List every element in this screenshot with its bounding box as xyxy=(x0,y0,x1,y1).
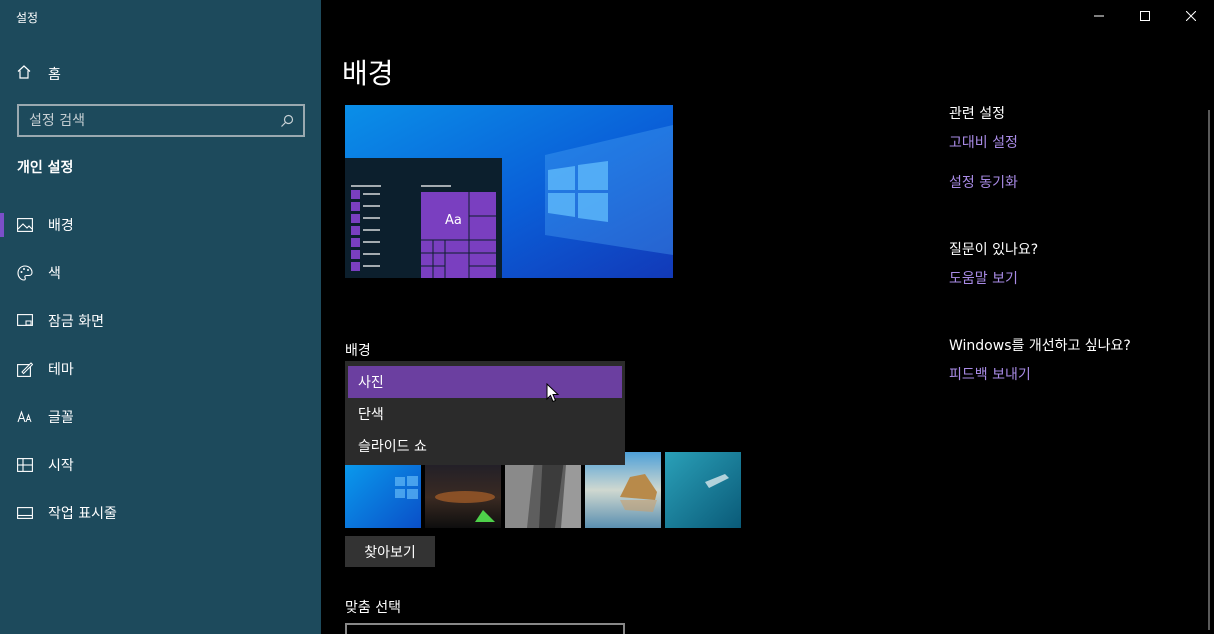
close-icon xyxy=(1186,11,1196,21)
taskbar-icon xyxy=(17,505,33,521)
start-icon xyxy=(17,457,33,473)
dropdown-list: 사진 단색 슬라이드 쇼 xyxy=(346,362,624,462)
sidebar-item-label: 시작 xyxy=(48,458,74,474)
dropdown-option-picture[interactable]: 사진 xyxy=(348,366,622,398)
nav-list: 배경 색 잠금 화면 테마 글꼴 시작 작업 표시줄 xyxy=(0,201,321,537)
recent-image-thumb[interactable] xyxy=(665,452,741,528)
theme-icon xyxy=(17,361,33,377)
search-box[interactable] xyxy=(17,104,305,137)
maximize-button[interactable] xyxy=(1122,0,1168,32)
sidebar-item-label: 잠금 화면 xyxy=(48,314,104,330)
feedback-link[interactable]: 피드백 보내기 xyxy=(949,364,1131,384)
fit-label: 맞춤 선택 xyxy=(345,600,401,616)
feedback-heading: Windows를 개선하고 싶나요? xyxy=(949,338,1131,354)
minimize-button[interactable] xyxy=(1076,0,1122,32)
sidebar: 설정 홈 개인 설정 배경 색 잠금 화면 xyxy=(0,0,321,634)
sidebar-item-taskbar[interactable]: 작업 표시줄 xyxy=(0,489,321,537)
section-title: 개인 설정 xyxy=(17,160,74,176)
dropdown-option-solid-color[interactable]: 단색 xyxy=(346,398,624,430)
desktop-preview: Aa xyxy=(345,105,673,289)
help-heading: 질문이 있나요? xyxy=(949,242,1039,258)
dropdown-option-slideshow[interactable]: 슬라이드 쇼 xyxy=(346,430,624,462)
close-button[interactable] xyxy=(1168,0,1214,32)
browse-button[interactable]: 찾아보기 xyxy=(345,536,435,567)
home-icon xyxy=(16,64,32,84)
page-title: 배경 xyxy=(342,57,394,90)
maximize-icon xyxy=(1140,11,1150,21)
background-type-dropdown[interactable]: 사진 단색 슬라이드 쇼 xyxy=(345,361,625,465)
search-input[interactable] xyxy=(19,112,275,129)
nav-home[interactable]: 홈 xyxy=(16,62,61,86)
window-controls xyxy=(1076,0,1214,32)
sidebar-item-label: 글꼴 xyxy=(48,410,74,426)
fit-select[interactable] xyxy=(345,623,625,634)
sidebar-item-theme[interactable]: 테마 xyxy=(0,345,321,393)
scrollbar[interactable] xyxy=(1208,110,1210,630)
lock-screen-icon xyxy=(17,313,33,329)
palette-icon xyxy=(17,265,33,281)
sidebar-item-label: 작업 표시줄 xyxy=(48,506,117,522)
get-help-link[interactable]: 도움말 보기 xyxy=(949,268,1131,288)
sidebar-item-label: 배경 xyxy=(48,218,74,234)
sidebar-item-start[interactable]: 시작 xyxy=(0,441,321,489)
sidebar-item-label: 색 xyxy=(48,266,61,282)
minimize-icon xyxy=(1094,15,1104,17)
window-title: 설정 xyxy=(16,11,39,25)
sidebar-item-lock-screen[interactable]: 잠금 화면 xyxy=(0,297,321,345)
sidebar-item-background[interactable]: 배경 xyxy=(0,201,321,249)
home-label: 홈 xyxy=(48,67,61,83)
related-heading: 관련 설정 xyxy=(949,106,1005,122)
high-contrast-link[interactable]: 고대비 설정 xyxy=(949,132,1131,152)
sidebar-item-fonts[interactable]: 글꼴 xyxy=(0,393,321,441)
sync-settings-link[interactable]: 설정 동기화 xyxy=(949,172,1131,192)
sidebar-item-label: 테마 xyxy=(48,362,74,378)
mouse-cursor-icon xyxy=(546,382,560,407)
preview-tile-text: Aa xyxy=(445,213,462,228)
search-icon[interactable] xyxy=(275,109,299,133)
image-icon xyxy=(17,217,33,233)
font-icon xyxy=(17,409,33,425)
sidebar-item-color[interactable]: 색 xyxy=(0,249,321,297)
related-settings: 관련 설정 고대비 설정 설정 동기화 질문이 있나요? 도움말 보기 Wind… xyxy=(949,103,1131,384)
background-label: 배경 xyxy=(345,343,371,359)
